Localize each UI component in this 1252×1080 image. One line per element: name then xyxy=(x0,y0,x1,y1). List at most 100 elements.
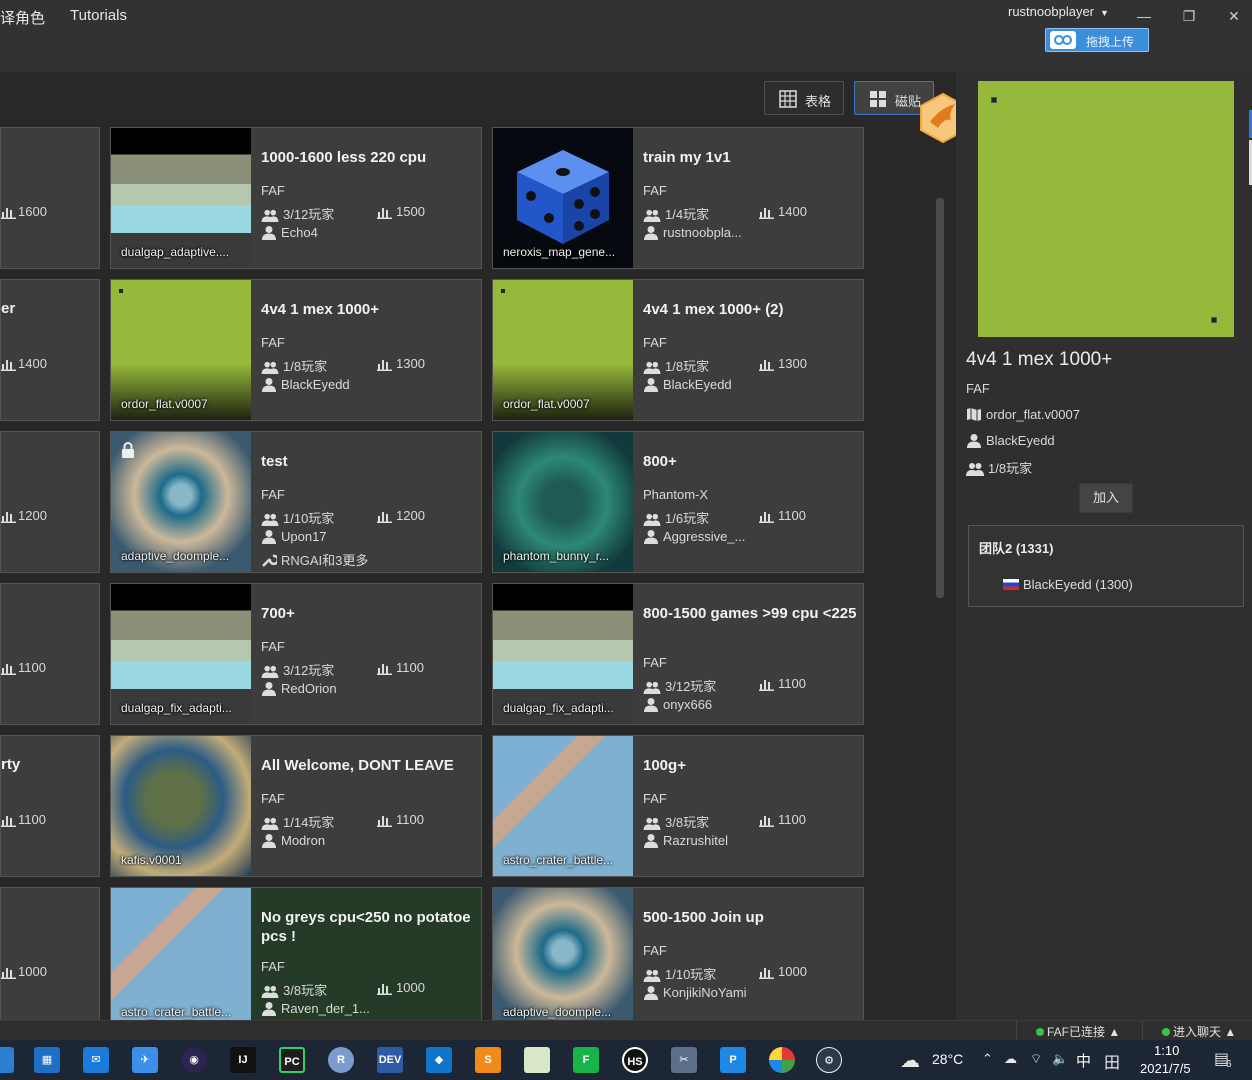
detail-map: ordor_flat.v0007 xyxy=(986,407,1080,422)
game-card[interactable]: ordor_flat.v0007 4v4 1 mex 1000+ FAF 1/8玩家 1… xyxy=(110,279,482,421)
game-info: All Welcome, DONT LEAVE FAF 1/14玩家 1100 Modr… xyxy=(261,736,481,876)
players-icon xyxy=(643,969,661,982)
game-card[interactable]: dualgap_fix_adapti... 800-1500 games >99 … xyxy=(492,583,864,725)
chat-status[interactable]: 进入聊天 ▲ xyxy=(1162,1023,1236,1040)
game-card[interactable]: kafis.v0001 All Welcome, DONT LEAVE FAF 1/1… xyxy=(110,735,482,877)
game-card-partial[interactable]: 1200 xyxy=(0,431,100,573)
map-thumbnail: kafis.v0001 xyxy=(111,736,251,876)
person-icon xyxy=(644,378,658,392)
game-card-partial[interactable]: rty 1100 xyxy=(0,735,100,877)
game-title: No greys cpu<250 no potatoe pcs ! xyxy=(261,909,471,945)
tiles-icon xyxy=(870,91,886,107)
wifi-icon[interactable]: ⌔ xyxy=(1030,1051,1042,1067)
game-card[interactable]: ordor_flat.v0007 4v4 1 mex 1000+ (2) FAF 1/… xyxy=(492,279,864,421)
map-name: dualgap_fix_adapti... xyxy=(503,701,614,715)
players-value: 1/14玩家 xyxy=(283,815,335,830)
faf-status[interactable]: FAF已连接 ▲ xyxy=(1036,1023,1120,1040)
game-info: 4v4 1 mex 1000+ FAF 1/8玩家 1300 BlackEyedd xyxy=(261,280,481,420)
spawn-marker xyxy=(501,289,505,293)
taskbar-pycharm-icon[interactable]: PC xyxy=(279,1047,305,1073)
game-card-partial[interactable]: 1100 xyxy=(0,583,100,725)
game-card-partial[interactable]: 1600 xyxy=(0,127,100,269)
detail-map-preview xyxy=(978,81,1234,337)
game-card[interactable]: neroxis_map_gene... train my 1v1 FAF 1/4玩家 1… xyxy=(492,127,864,269)
menu-item-role[interactable]: 译角色 xyxy=(0,7,45,28)
taskbar-f-icon[interactable]: F xyxy=(573,1047,599,1073)
rating-value: 1000 xyxy=(778,964,807,979)
game-card[interactable]: adaptive_doomple... test FAF 1/10玩家 1200 Upon… xyxy=(110,431,482,573)
map-name: ordor_flat.v0007 xyxy=(503,397,590,411)
username: rustnoobplayer xyxy=(1008,4,1094,19)
host-value: BlackEyedd xyxy=(281,377,350,392)
taskbar-devcpp-icon[interactable]: DEV xyxy=(377,1047,403,1073)
taskbar-chrome-icon[interactable] xyxy=(769,1047,795,1073)
join-button[interactable]: 加入 xyxy=(1079,483,1133,513)
upload-button[interactable]: 拖拽上传 xyxy=(1045,28,1149,52)
taskbar-mail-icon[interactable]: ✉ xyxy=(83,1047,109,1073)
tray-cloud-icon[interactable]: ☁ xyxy=(1004,1051,1017,1067)
ime-indicator[interactable]: 中 xyxy=(1076,1050,1091,1071)
taskbar-jetbrains-icon[interactable]: IJ xyxy=(230,1047,256,1073)
game-card[interactable]: adaptive_doomple... 500-1500 Join up FAF 1/… xyxy=(492,887,864,1022)
taskbar-r-icon[interactable]: R xyxy=(328,1047,354,1073)
detail-map-row: ordor_flat.v0007 xyxy=(966,407,1080,422)
clock-time[interactable]: 1:10 xyxy=(1154,1043,1179,1058)
host-value: Echo4 xyxy=(281,225,318,240)
tray-chevron-icon[interactable]: ⌃ xyxy=(982,1051,993,1067)
person-icon xyxy=(644,698,658,712)
game-card[interactable]: astro_crater_battle... No greys cpu<250 n… xyxy=(110,887,482,1022)
status-dot-icon xyxy=(1162,1028,1170,1036)
mods-value: RNGAI和3更多 xyxy=(281,553,369,568)
game-host: onyx666 xyxy=(643,697,712,712)
game-title: 500-1500 Join up xyxy=(643,909,764,926)
taskbar-faf-icon[interactable]: ⚙ xyxy=(816,1047,842,1073)
taskbar-eclipse-icon[interactable]: ◉ xyxy=(181,1047,207,1073)
spawn-marker xyxy=(119,289,123,293)
taskbar-chart-icon[interactable] xyxy=(524,1047,550,1073)
menu-item-tutorials[interactable]: Tutorials xyxy=(70,7,127,24)
taskbar-feishu-icon[interactable]: ✈ xyxy=(132,1047,158,1073)
rating-bars-icon xyxy=(1,208,16,219)
game-card-partial[interactable]: 1000 xyxy=(0,887,100,1022)
minimize-icon[interactable]: — xyxy=(1134,6,1154,26)
game-card[interactable]: astro_crater_battle... 100g+ FAF 3/8玩家 1100 R… xyxy=(492,735,864,877)
players-value: 3/12玩家 xyxy=(283,663,335,678)
clock-date[interactable]: 2021/7/5 xyxy=(1140,1061,1191,1076)
game-players: 3/12玩家 xyxy=(261,660,334,679)
ime-grid-icon[interactable]: 田 xyxy=(1104,1049,1120,1073)
user-menu[interactable]: rustnoobplayer ▼ xyxy=(1008,4,1109,19)
map-name: astro_crater_battle... xyxy=(121,1005,232,1019)
host-value: KonjikiNoYami xyxy=(663,985,747,1000)
taskbar-hs-icon[interactable]: HS xyxy=(622,1047,648,1073)
person-icon xyxy=(262,834,276,848)
game-rating: 1500 xyxy=(377,204,425,219)
games-scrollbar[interactable] xyxy=(936,198,944,598)
tray-temperature[interactable]: 28°C xyxy=(932,1051,963,1067)
game-host: rustnoobpla... xyxy=(643,225,742,240)
game-card-partial[interactable]: er 1400 xyxy=(0,279,100,421)
game-info: No greys cpu<250 no potatoe pcs ! FAF 3/8玩… xyxy=(261,888,481,1022)
rating-value: 1300 xyxy=(396,356,425,371)
view-table-button[interactable]: 表格 xyxy=(764,81,844,115)
taskbar-explorer-icon[interactable] xyxy=(0,1047,14,1073)
game-title: train my 1v1 xyxy=(643,149,731,166)
close-icon[interactable]: ✕ xyxy=(1224,6,1244,26)
taskbar-p-icon[interactable]: P xyxy=(720,1047,746,1073)
game-players: 3/12玩家 xyxy=(643,676,716,695)
taskbar-tools-icon[interactable]: ✂ xyxy=(671,1047,697,1073)
team-player[interactable]: BlackEyedd (1300) xyxy=(1003,577,1133,592)
game-card[interactable]: dualgap_adaptive.... 1000-1600 less 220 c… xyxy=(110,127,482,269)
game-card[interactable]: phantom_bunny_r... 800+ Phantom-X 1/6玩家 1100… xyxy=(492,431,864,573)
restore-icon[interactable]: ❐ xyxy=(1179,6,1199,26)
game-rating: 1400 xyxy=(759,204,807,219)
notification-count: 6 xyxy=(1226,1059,1232,1070)
volume-icon[interactable]: 🔈 xyxy=(1052,1051,1068,1067)
map-name: dualgap_adaptive.... xyxy=(121,245,230,259)
game-mods: RNGAI和3更多 xyxy=(261,550,368,569)
game-card[interactable]: dualgap_fix_adapti... 700+ FAF 3/12玩家 1100 Re… xyxy=(110,583,482,725)
games-list: 表格 磁贴 1600 er 1400 1200 1100 rty 1100 1000 dualg… xyxy=(0,72,956,1022)
taskbar-vscode-icon[interactable]: ◆ xyxy=(426,1047,452,1073)
taskbar-store-icon[interactable]: ▦ xyxy=(34,1047,60,1073)
status-bar: FAF已连接 ▲ 进入聊天 ▲ xyxy=(0,1020,1252,1040)
taskbar-sublime-icon[interactable]: S xyxy=(475,1047,501,1073)
